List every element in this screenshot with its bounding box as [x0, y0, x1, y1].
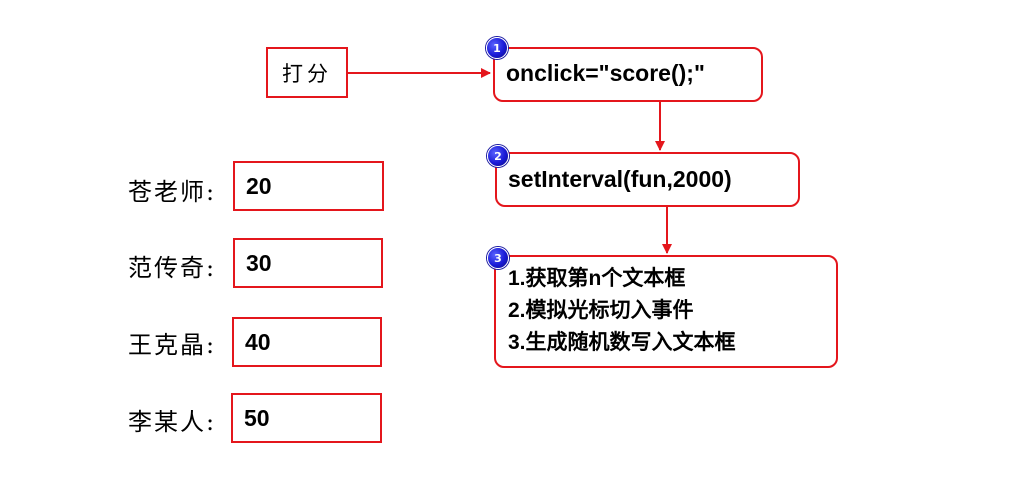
- step-action-line: 2.模拟光标切入事件: [508, 299, 694, 322]
- step-action-line: 3.生成随机数写入文本框: [508, 331, 736, 354]
- row-label: 范传奇:: [128, 254, 217, 282]
- step-setinterval-box: setInterval(fun,2000): [495, 152, 800, 207]
- step-2-badge-icon: 2: [487, 145, 509, 167]
- score-input[interactable]: 40: [232, 317, 382, 367]
- step-onclick-box: onclick="score();": [493, 47, 763, 102]
- step-1-badge-icon: 1: [486, 37, 508, 59]
- step-setinterval-text: setInterval(fun,2000): [508, 166, 732, 192]
- score-input[interactable]: 30: [233, 238, 383, 288]
- step-onclick-text: onclick="score();": [506, 60, 705, 86]
- step-actions-box: 1.获取第n个文本框 2.模拟光标切入事件 3.生成随机数写入文本框: [494, 255, 838, 368]
- row-label: 王克晶:: [128, 331, 217, 359]
- step-3-badge-icon: 3: [487, 247, 509, 269]
- row-label: 李某人:: [128, 408, 217, 436]
- score-input[interactable]: 50: [231, 393, 382, 443]
- step-action-line: 1.获取第n个文本框: [508, 267, 686, 290]
- row-label: 苍老师:: [128, 178, 217, 206]
- score-input[interactable]: 20: [233, 161, 384, 211]
- score-button[interactable]: 打分: [266, 47, 348, 98]
